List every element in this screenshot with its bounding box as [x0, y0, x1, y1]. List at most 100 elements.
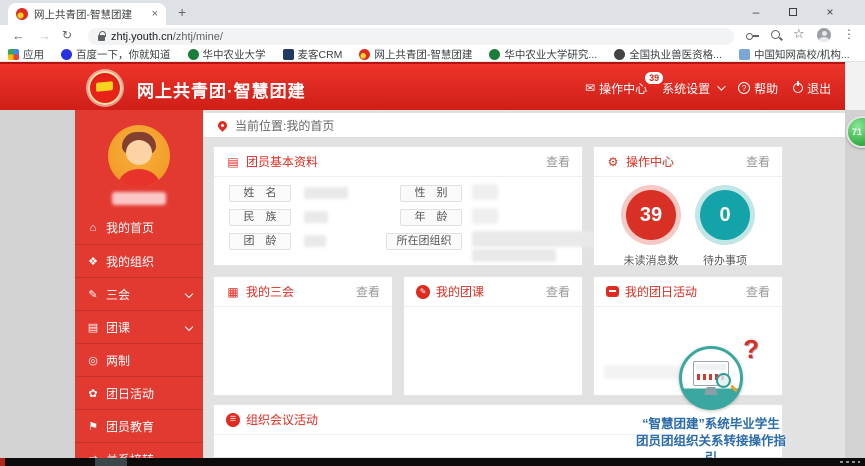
redacted-value — [472, 231, 600, 247]
sidebar-item-organization[interactable]: ❖我的组织 — [75, 244, 203, 277]
header-actions: ✉ 操作中心 39 系统设置 ? 帮助 退出 — [585, 64, 831, 112]
logout-label: 退出 — [807, 80, 831, 97]
id-card-icon: ▤ — [226, 155, 240, 169]
menu-icon[interactable]: ⋮ — [843, 27, 857, 41]
field-label-gender: 性 别 — [400, 185, 462, 202]
floating-helper-badge[interactable]: 71 — [846, 116, 865, 148]
view-link[interactable]: 查看 — [356, 283, 380, 300]
graduate-transfer-guide-banner[interactable]: ? “智慧团建”系统毕业学生 团员团组织关系转接操作指引 — [635, 346, 787, 466]
scrollbar-track[interactable] — [845, 62, 865, 110]
bookmarks-bar: 应用 百度一下，你就知道 华中农业大学 麦客CRM 网上共青团-智慧团建 华中农… — [0, 48, 865, 62]
card-title: 我的团课 — [436, 283, 484, 300]
breadcrumb: 当前位置:我的首页 — [203, 113, 845, 138]
sidebar-item-label: 我的首页 — [106, 219, 154, 236]
card-title: 我的团日活动 — [625, 283, 697, 300]
window-maximize-button[interactable] — [778, 0, 808, 25]
sidebar-item-liangzhi[interactable]: ◎ 两制 — [75, 343, 203, 376]
baidu-favicon-icon — [61, 49, 72, 60]
star-icon[interactable]: ☆ — [793, 26, 807, 40]
research-favicon-icon — [489, 49, 500, 60]
view-link[interactable]: 查看 — [746, 153, 770, 170]
sidebar-item-education[interactable]: ⚑团员教育 — [75, 409, 203, 442]
stat-label: 未读消息数 — [616, 252, 686, 268]
taskbar-gray-segment — [95, 458, 127, 466]
bookmark-hzau-research[interactable]: 华中农业大学研究... — [489, 47, 597, 62]
sidebar-item-tuanri[interactable]: ✿团日活动 — [75, 376, 203, 409]
sidebar-item-label: 团课 — [106, 319, 130, 336]
url-path: /zhtj/mine/ — [173, 31, 223, 43]
view-link[interactable]: 查看 — [546, 283, 570, 300]
calendar-icon: ▦ — [226, 285, 240, 299]
tab-favicon-icon — [16, 8, 28, 20]
chevron-down-icon — [185, 290, 193, 298]
apps-grid-icon — [8, 49, 19, 60]
my-sanhui-card: ▦ 我的三会 查看 — [213, 276, 393, 396]
field-label-age: 年 龄 — [400, 209, 462, 226]
card-header: 我的团日活动 查看 — [594, 277, 782, 307]
user-avatar[interactable] — [108, 125, 170, 187]
help-link[interactable]: ? 帮助 — [738, 80, 778, 97]
home-icon: ⌂ — [86, 222, 100, 234]
logout-button[interactable]: 退出 — [793, 80, 831, 97]
list-circle-icon: ☰ — [226, 413, 240, 427]
sidebar-item-sanhui[interactable]: ✎三会 — [75, 277, 203, 310]
league-emblem-logo — [88, 71, 122, 105]
chevron-down-icon — [717, 82, 725, 90]
view-link[interactable]: 查看 — [746, 283, 770, 300]
field-label-organization: 所在团组织 — [386, 233, 462, 250]
stat-label: 待办事项 — [690, 252, 760, 268]
window-close-button[interactable]: × — [815, 0, 845, 25]
tab-close-icon[interactable]: × — [152, 8, 158, 20]
cnki-favicon-icon — [739, 49, 750, 60]
forward-button[interactable]: → — [38, 28, 51, 43]
padlock-icon — [98, 35, 105, 41]
field-label-league-age: 团 龄 — [229, 233, 291, 250]
window-minimize-button[interactable]: – — [741, 0, 771, 25]
address-bar[interactable]: zhtj.youth.cn/zhtj/mine/ — [88, 28, 734, 45]
browser-tab[interactable]: 网上共青团-智慧团建 × — [8, 3, 166, 25]
reload-button[interactable]: ↻ — [62, 28, 72, 42]
bookmark-cnki[interactable]: 中国知网高校/机构... — [739, 47, 850, 62]
question-mark-icon: ? — [743, 334, 759, 365]
mikecrm-favicon-icon — [283, 49, 294, 60]
folder-icon: ▤ — [86, 321, 100, 334]
sidebar-item-tuanke[interactable]: ▤ 团课 — [75, 310, 203, 343]
card-title: 组织会议活动 — [246, 411, 318, 428]
profile-avatar-icon[interactable] — [817, 28, 831, 42]
edit-icon: ✎ — [86, 288, 100, 301]
redacted-value — [304, 187, 348, 199]
location-pin-icon — [216, 119, 229, 132]
pen-circle-icon: ✎ — [416, 285, 430, 299]
vet-favicon-icon — [614, 49, 625, 60]
guide-illustration — [679, 346, 743, 410]
bookmark-apps[interactable]: 应用 — [8, 47, 44, 62]
zoom-icon[interactable] — [770, 29, 784, 43]
bookmark-label: 百度一下，你就知道 — [76, 47, 171, 62]
sidebar-menu: ⌂我的首页 ❖我的组织 ✎三会 ▤团课 ◎两制 ✿团日活动 ⚑团员教育 ⇄关系接… — [75, 211, 203, 466]
back-button[interactable]: ← — [12, 28, 25, 43]
users-icon: ❖ — [86, 255, 100, 268]
bookmark-hzau[interactable]: 华中农业大学 — [188, 47, 266, 62]
operation-center-link[interactable]: ✉ 操作中心 39 — [585, 80, 647, 97]
sidebar-item-label: 两制 — [106, 352, 130, 369]
maximize-icon — [789, 8, 797, 16]
new-tab-button[interactable]: + — [178, 4, 186, 20]
bookmark-baidu[interactable]: 百度一下，你就知道 — [61, 47, 171, 62]
monitor-stand — [704, 387, 718, 395]
bookmark-zhtj[interactable]: 网上共青团-智慧团建 — [359, 47, 472, 62]
avatar-shirt — [118, 169, 160, 187]
my-tuanke-card: ✎ 我的团课 查看 — [403, 276, 583, 396]
sidebar-item-home[interactable]: ⌂ 我的首页 — [75, 211, 203, 244]
card-header: ▦ 我的三会 查看 — [214, 277, 392, 307]
key-icon[interactable] — [746, 29, 760, 43]
system-settings-menu[interactable]: 系统设置 — [662, 80, 723, 97]
bookmark-vet[interactable]: 全国执业兽医资格... — [614, 47, 722, 62]
bookmark-label: 全国执业兽医资格... — [629, 47, 722, 62]
target-icon: ◎ — [86, 354, 100, 367]
bookmark-mikecrm[interactable]: 麦客CRM — [283, 47, 343, 62]
todo-items-stat[interactable]: 0 待办事项 — [690, 185, 760, 268]
view-link[interactable]: 查看 — [546, 153, 570, 170]
redacted-value — [472, 208, 498, 224]
guide-text-line1: “智慧团建”系统毕业学生 — [635, 416, 787, 433]
unread-messages-stat[interactable]: 39 未读消息数 — [616, 185, 686, 268]
